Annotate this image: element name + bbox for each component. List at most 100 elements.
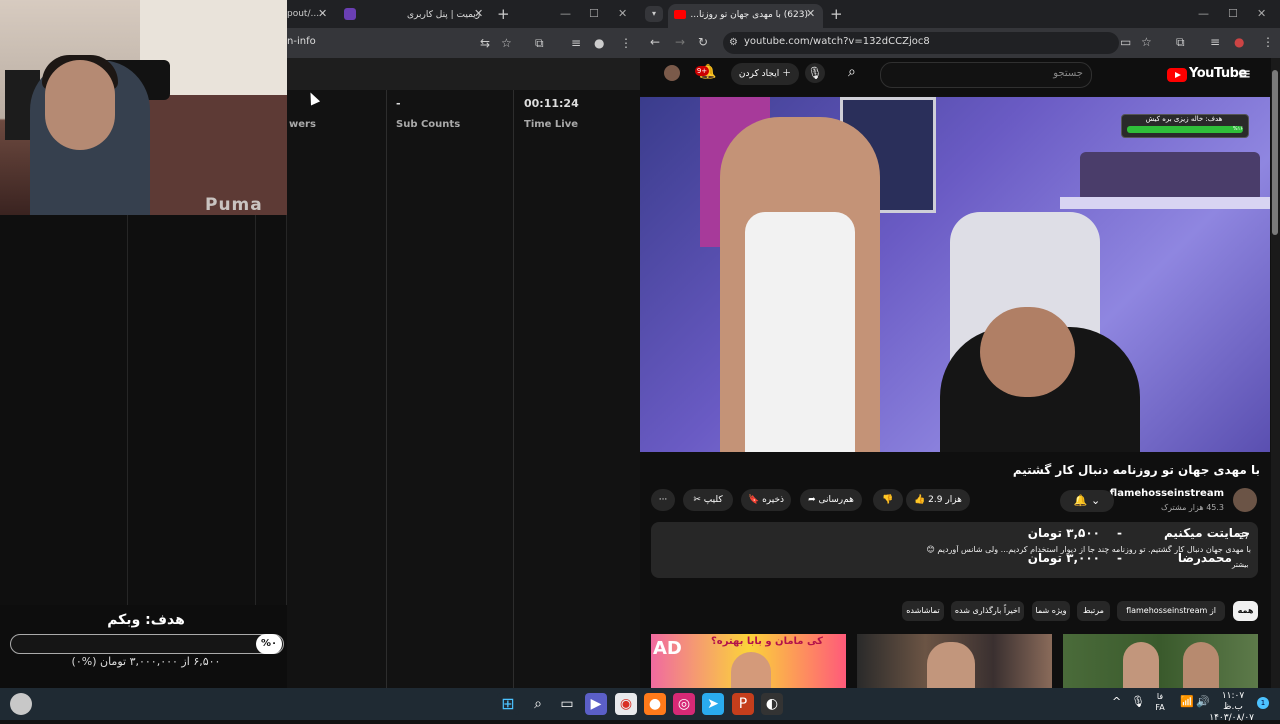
recommended-video-thumbnail[interactable] (1063, 634, 1258, 688)
firefox-app-icon[interactable]: ● (644, 693, 666, 715)
minimize-icon[interactable]: — (560, 7, 571, 20)
account-avatar[interactable] (664, 65, 680, 81)
tab-search-icon[interactable]: ▾ (645, 6, 663, 22)
bookmark-star-icon[interactable]: ☆ (501, 36, 512, 50)
donation-1-dash: - (1117, 526, 1122, 540)
share-button[interactable]: ➦ هم‌رسانی (800, 489, 862, 511)
stat-subs-value: - (396, 97, 401, 110)
subscribed-bell-button[interactable]: 🔔 ⌄ (1060, 490, 1114, 512)
tray-overflow-icon[interactable]: ^ (1112, 695, 1121, 708)
url-text[interactable]: youtube.com/watch?v=132dCCZjoc8 (744, 36, 930, 47)
back-icon[interactable]: ← (650, 35, 660, 49)
chip-watched[interactable]: تماشاشده (902, 601, 944, 621)
translate-icon[interactable]: ⇆ (480, 36, 490, 50)
cast-icon[interactable]: ▭ (1120, 35, 1131, 49)
dislike-button[interactable]: 👎 (873, 489, 903, 511)
bookmark-star-icon[interactable]: ☆ (1141, 35, 1152, 49)
task-view-icon[interactable]: ▭ (556, 693, 578, 715)
thumbnail-face (1123, 642, 1159, 688)
profile-avatar-icon[interactable]: ● (594, 36, 604, 50)
video-title: با مهدی جهان تو روزنامه دنبال کار گشتیم (1012, 463, 1260, 477)
close-window-icon[interactable]: ✕ (1257, 7, 1266, 20)
site-info-icon[interactable]: ⚙ (729, 37, 738, 48)
search-icon[interactable]: ⌕ (527, 693, 549, 715)
weather-widget-icon[interactable] (10, 693, 32, 715)
channel-name[interactable]: flamehosseinstream (1100, 488, 1224, 499)
notification-count[interactable]: 1 (1257, 697, 1269, 709)
maximize-icon[interactable]: ☐ (589, 7, 599, 20)
media-icon[interactable]: ≡ (1210, 35, 1220, 49)
recommended-video-thumbnail[interactable] (857, 634, 1052, 688)
scissors-icon: ✂ (693, 495, 701, 505)
meet-app-icon[interactable]: ▶ (585, 693, 607, 715)
wifi-icon[interactable]: 📶 (1180, 695, 1194, 708)
chip-for-you[interactable]: ویژه شما (1032, 601, 1070, 621)
menu-dots-icon[interactable]: ⋮ (620, 36, 632, 50)
taskbar (0, 688, 1280, 720)
language-indicator[interactable]: فا FA (1152, 691, 1168, 713)
reload-icon[interactable]: ↻ (698, 35, 708, 49)
video-goal-text: هدف: خاله زیزی بره کیش (1145, 115, 1223, 123)
donation-1-amount: ۳,۵۰۰ تومان (1027, 526, 1100, 540)
search-icon[interactable]: ⌕ (848, 64, 856, 80)
scrollbar-thumb[interactable] (1272, 70, 1278, 235)
clip-label: کلیپ (703, 495, 723, 505)
close-icon[interactable]: ✕ (318, 7, 327, 20)
create-button-label: ایجاد کردن (738, 69, 780, 79)
telegram-app-icon[interactable]: ➤ (702, 693, 724, 715)
youtube-tab[interactable]: (623) با مهدی جهان تو روزنا... (668, 4, 823, 28)
microphone-icon[interactable]: 🎙 (805, 63, 825, 83)
microphone-icon[interactable]: 🎙 (1131, 695, 1145, 708)
extensions-icon[interactable]: ⧉ (1176, 35, 1185, 50)
github-app-icon[interactable]: ◐ (761, 693, 783, 715)
powerpoint-app-icon[interactable]: P (732, 693, 754, 715)
channel-avatar[interactable] (1233, 488, 1257, 512)
left-tab-2[interactable]: ریمیت | پنل کاربری (337, 4, 487, 26)
menu-dots-icon[interactable]: ⋮ (1262, 35, 1274, 49)
clip-button[interactable]: ✂ کلیپ (683, 489, 733, 511)
channel-subscribers: 45.3 هزار مشترک (1160, 503, 1224, 512)
start-menu-icon[interactable]: ⊞ (497, 693, 519, 715)
left-url-text[interactable]: n-info (287, 36, 316, 47)
left-address-bar (287, 28, 640, 58)
close-icon[interactable]: ✕ (474, 7, 483, 20)
chrome-app-icon[interactable]: ◉ (615, 693, 637, 715)
media-icon[interactable]: ≡ (571, 36, 581, 50)
new-tab-icon[interactable]: + (497, 5, 510, 23)
clock-date: ۱۴۰۳/۰۸/۰۷ (1209, 713, 1254, 723)
extensions-icon[interactable]: ⧉ (535, 36, 544, 51)
like-button[interactable]: 👍 2.9 هزار (906, 489, 970, 511)
chip-related[interactable]: مرتبط (1077, 601, 1110, 621)
goal-percent: %۰ (256, 634, 282, 654)
minimize-icon[interactable]: — (1198, 7, 1209, 20)
youtube-play-icon (1167, 68, 1187, 82)
webcam-brand-text: Puma (205, 195, 263, 215)
video-player[interactable] (640, 97, 1270, 452)
create-button[interactable]: ایجاد کردن ＋ (731, 63, 799, 85)
maximize-icon[interactable]: ☐ (1228, 7, 1238, 20)
hamburger-menu-icon[interactable]: ≡ (1238, 64, 1251, 83)
clock[interactable]: ۱۱:۰۷ ب.ظ ۱۴۰۳/۰۸/۰۷ (1209, 691, 1254, 724)
stat-time-label: Time Live (524, 119, 579, 130)
left-page-header (287, 58, 640, 90)
chip-all[interactable]: همه (1233, 601, 1258, 621)
new-tab-icon[interactable]: + (830, 5, 843, 23)
description-more-link[interactable]: بیشتر (1232, 561, 1248, 569)
chip-from-channel[interactable]: از flamehosseinstream (1117, 601, 1225, 621)
chip-recently-uploaded[interactable]: اخیراً بارگذاری شده (951, 601, 1024, 621)
left-page-content (287, 90, 640, 688)
profile-avatar-icon[interactable]: ● (1234, 35, 1244, 49)
instagram-app-icon[interactable]: ◎ (673, 693, 695, 715)
close-icon[interactable]: ✕ (806, 7, 815, 20)
save-label: ذخیره (762, 495, 785, 505)
recommended-video-thumbnail[interactable]: AD کی مامان و بابا بهتره؟ (651, 634, 846, 688)
volume-icon[interactable]: 🔊 (1196, 695, 1210, 708)
video-person-seated-head (980, 307, 1075, 397)
search-input[interactable]: جستجو (880, 62, 1092, 88)
youtube-logo[interactable]: YouTube (1167, 66, 1247, 84)
save-button[interactable]: 🔖 ذخیره (741, 489, 791, 511)
forward-icon[interactable]: → (675, 35, 685, 49)
close-window-icon[interactable]: ✕ (618, 7, 627, 20)
video-bg-shelf (1060, 197, 1270, 209)
more-actions-button[interactable]: ··· (651, 489, 675, 511)
